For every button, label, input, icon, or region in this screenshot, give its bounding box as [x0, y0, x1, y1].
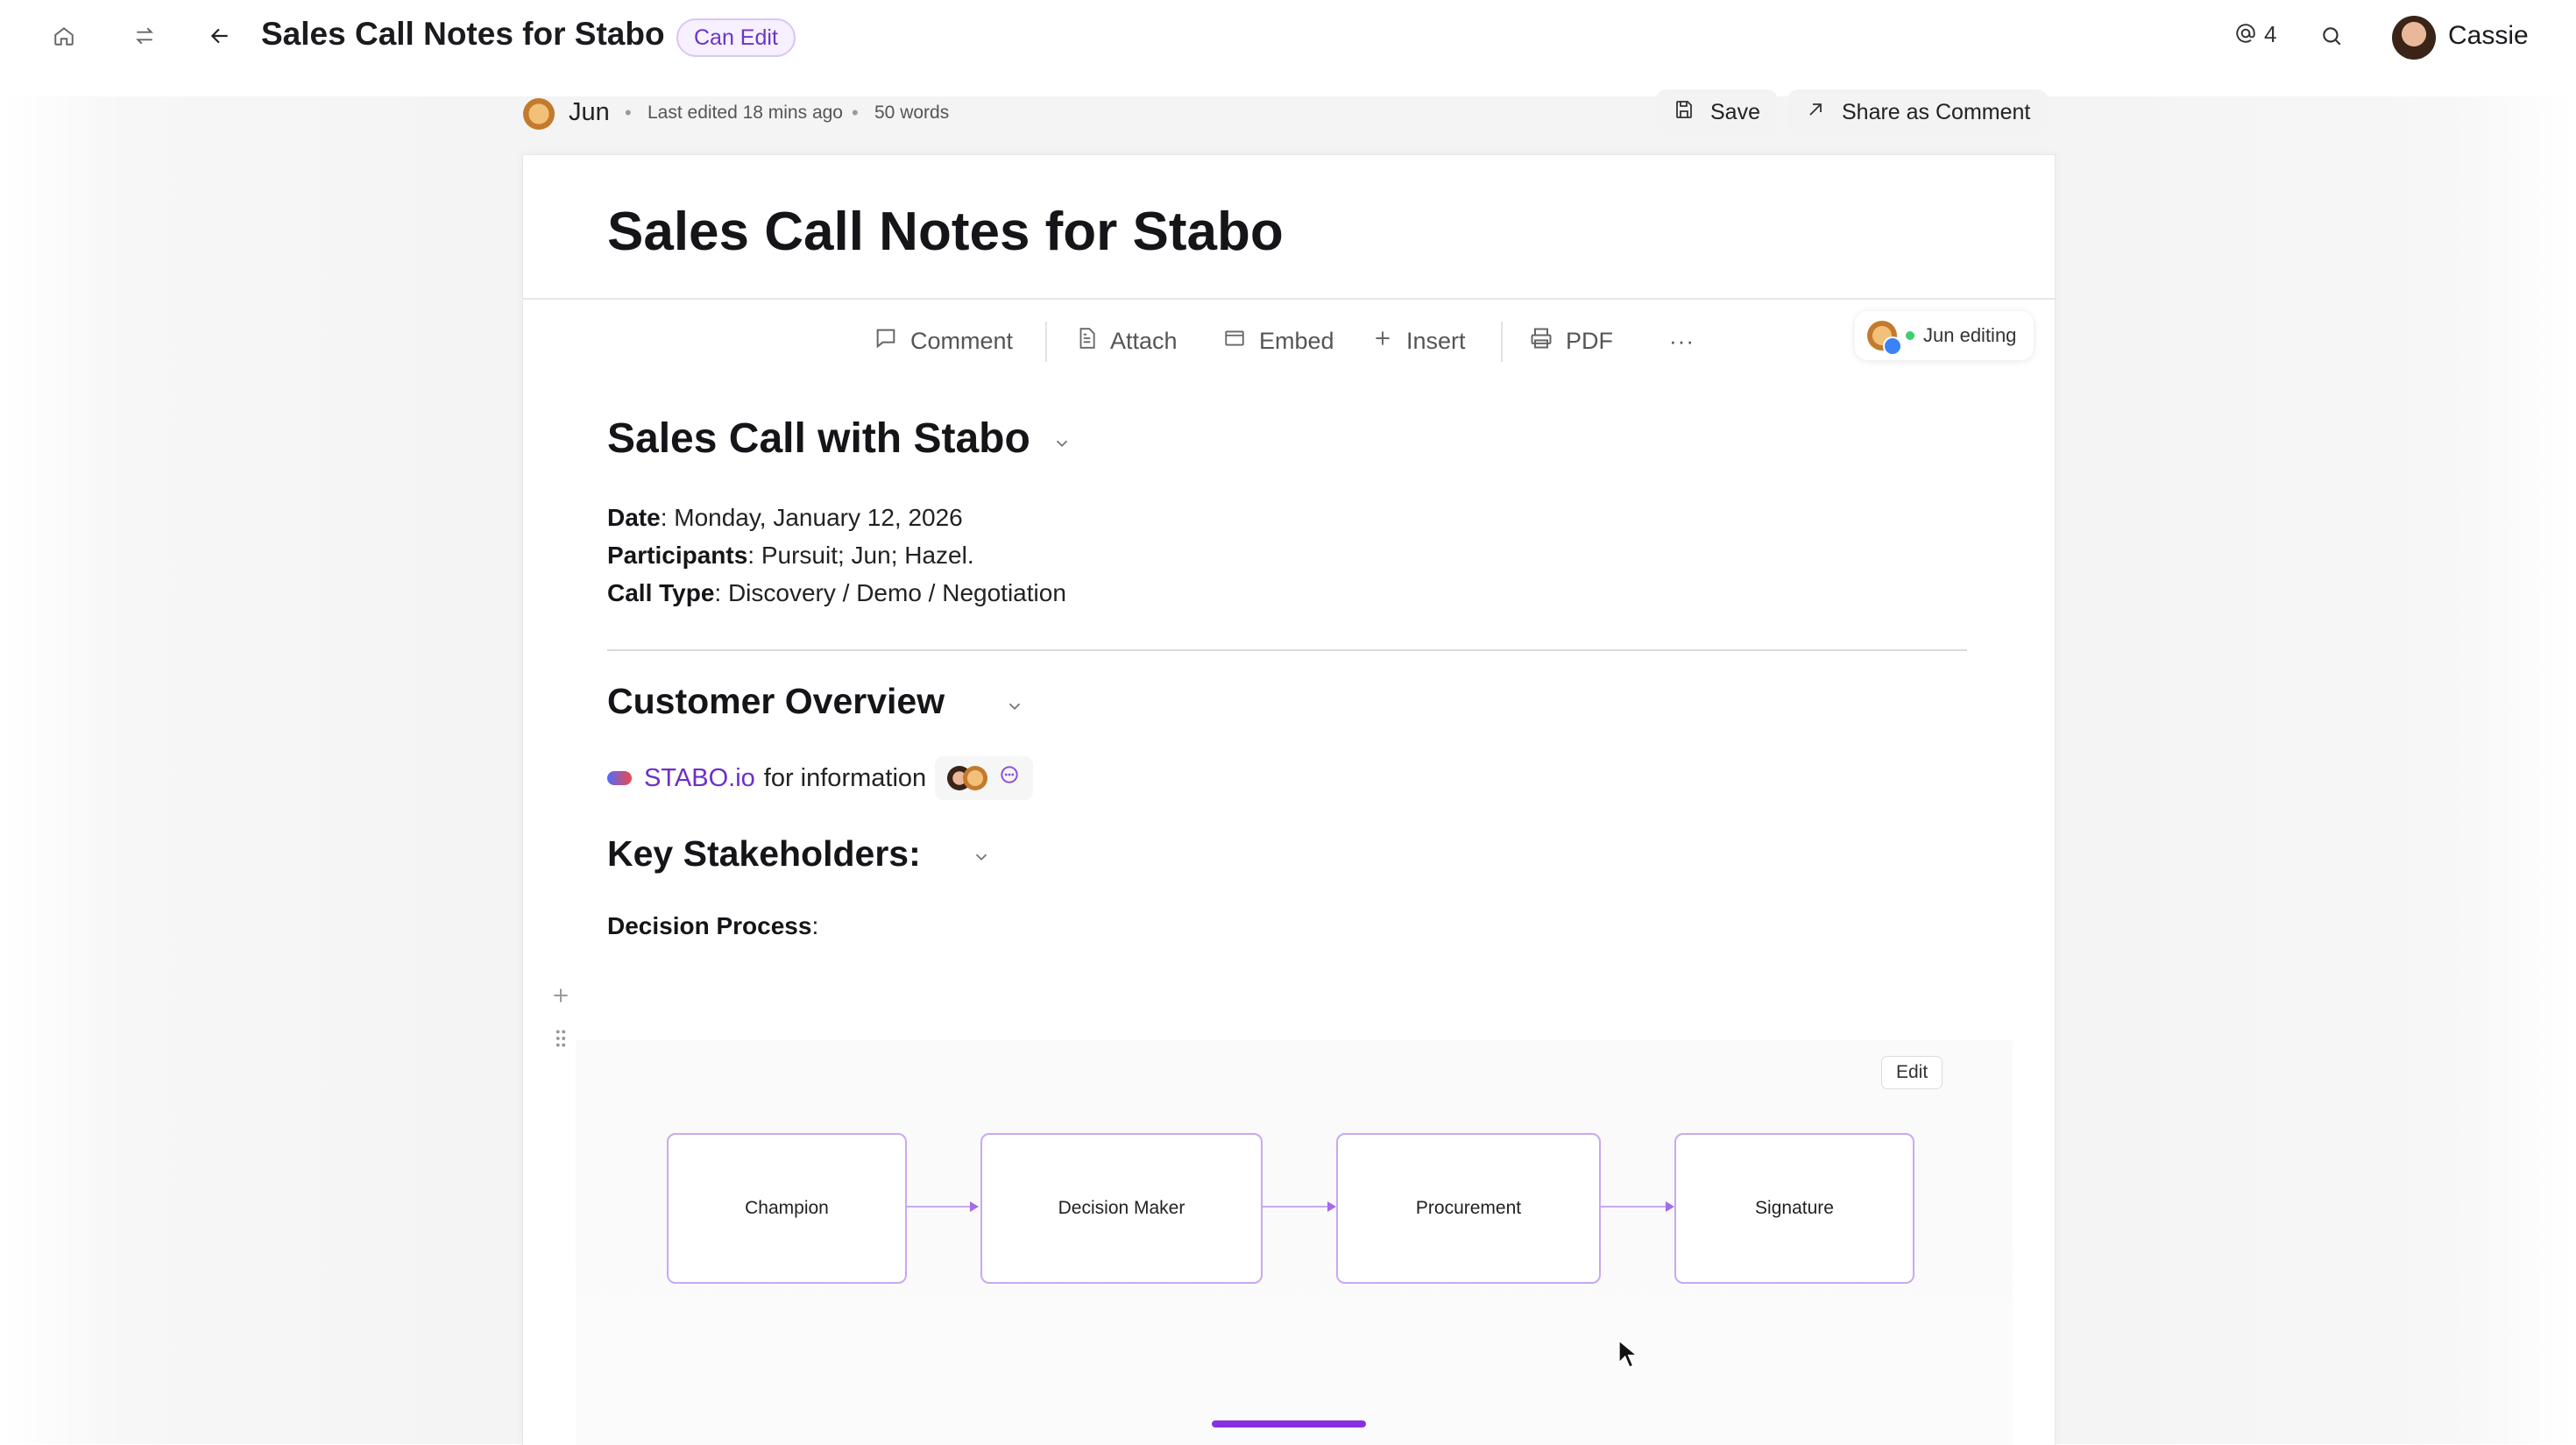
- online-status-dot: [1906, 331, 1914, 340]
- editing-label: Jun editing: [1923, 324, 2017, 346]
- document-title[interactable]: Sales Call Notes for Stabo: [607, 201, 1284, 263]
- diagram-node-procurement[interactable]: Procurement: [1336, 1133, 1601, 1284]
- insert-button[interactable]: Insert: [1371, 322, 1466, 360]
- user-avatar[interactable]: [2392, 16, 2436, 60]
- toolbar-divider: [1045, 322, 1047, 362]
- comment-button[interactable]: Comment: [874, 322, 1013, 360]
- permission-badge[interactable]: Can Edit: [676, 18, 796, 57]
- home-icon[interactable]: [51, 23, 77, 49]
- date-value: : Monday, January 12, 2026: [660, 504, 963, 531]
- top-bar: Sales Call Notes for Stabo Can Edit 4 Ca…: [0, 0, 2576, 75]
- participants-line: Participants: Pursuit; Jun; Hazel.: [607, 542, 974, 570]
- stabo-logo-icon: [607, 771, 632, 785]
- comment-bubble-icon: [998, 763, 1021, 793]
- search-icon[interactable]: [2318, 23, 2345, 49]
- diagram-edge: [1599, 1201, 1674, 1212]
- editing-indicator[interactable]: Jun editing: [1855, 311, 2035, 360]
- diagram-edge: [1261, 1201, 1336, 1212]
- call-type-value: : Discovery / Demo / Negotiation: [714, 579, 1066, 606]
- switch-icon[interactable]: [131, 23, 158, 49]
- stabo-link[interactable]: STABO.io: [644, 764, 755, 793]
- comment-label: Comment: [910, 327, 1014, 354]
- insert-label: Insert: [1406, 327, 1466, 354]
- at-icon: [2234, 22, 2257, 51]
- word-count: 50 words: [874, 103, 950, 123]
- author-name[interactable]: Jun: [569, 98, 610, 127]
- meta-separator: •: [852, 102, 859, 124]
- check-badge-icon: [1883, 336, 1902, 356]
- chevron-down-icon[interactable]: [1052, 434, 1072, 457]
- decision-process-label: Decision Process: [607, 912, 812, 939]
- pdf-label: PDF: [1566, 327, 1613, 354]
- attach-button[interactable]: Attach: [1075, 322, 1178, 360]
- link-suffix: for information: [763, 763, 927, 792]
- save-button[interactable]: Save: [1656, 89, 1778, 135]
- toolbar-divider: [1501, 322, 1503, 362]
- participants-value: : Pursuit; Jun; Hazel.: [747, 542, 974, 569]
- embed-icon: [1222, 327, 1247, 356]
- customer-info-row: STABO.io for information: [607, 756, 1034, 800]
- printer-icon: [1529, 326, 1553, 357]
- diagram-node-signature[interactable]: Signature: [1674, 1133, 1914, 1284]
- mouse-cursor-icon: [1617, 1338, 1639, 1373]
- back-arrow-icon[interactable]: [207, 23, 233, 49]
- diagram-node-decision-maker[interactable]: Decision Maker: [980, 1133, 1263, 1284]
- share-as-comment-button[interactable]: Share as Comment: [1787, 89, 2049, 135]
- mentions-count: 4: [2264, 21, 2277, 47]
- call-type-label: Call Type: [607, 579, 715, 606]
- plus-icon: [1371, 327, 1394, 356]
- user-name[interactable]: Cassie: [2448, 21, 2529, 51]
- save-label: Save: [1710, 99, 1760, 124]
- participants-label: Participants: [607, 542, 748, 569]
- diagram-edge: [905, 1201, 979, 1212]
- attach-label: Attach: [1110, 327, 1178, 354]
- call-type-line: Call Type: Discovery / Demo / Negotiatio…: [607, 579, 1066, 607]
- pdf-button[interactable]: PDF: [1529, 322, 1613, 360]
- embed-button[interactable]: Embed: [1222, 322, 1334, 360]
- save-icon: [1674, 99, 1695, 126]
- diagram-scroll-handle[interactable]: [1212, 1420, 1366, 1427]
- chevron-down-icon[interactable]: [972, 847, 991, 871]
- embed-label: Embed: [1259, 327, 1334, 354]
- mentions-button[interactable]: 4: [2234, 21, 2276, 51]
- comment-icon: [874, 326, 898, 357]
- date-line: Date: Monday, January 12, 2026: [607, 504, 963, 532]
- diagram-node-champion[interactable]: Champion: [667, 1133, 907, 1284]
- decision-process-line: Decision Process:: [607, 912, 818, 940]
- heading-customer-overview[interactable]: Customer Overview: [607, 681, 945, 722]
- top-doc-title: Sales Call Notes for Stabo: [261, 16, 665, 52]
- heading-sales-call[interactable]: Sales Call with Stabo: [607, 414, 1030, 463]
- share-arrow-icon: [1805, 99, 1826, 126]
- more-options-button[interactable]: ···: [1669, 322, 1695, 360]
- collaborators-chip[interactable]: [935, 756, 1034, 800]
- diagram-edit-button[interactable]: Edit: [1881, 1056, 1943, 1089]
- avatar: [963, 766, 988, 790]
- author-avatar: [523, 98, 555, 130]
- last-edited: Last edited 18 mins ago: [648, 103, 843, 123]
- chevron-down-icon[interactable]: [1005, 697, 1024, 720]
- meta-separator: •: [625, 102, 632, 124]
- date-label: Date: [607, 504, 661, 531]
- section-divider: [607, 649, 1967, 651]
- drag-handle-icon[interactable]: [549, 1026, 572, 1055]
- editor-avatar: [1867, 321, 1902, 356]
- share-label: Share as Comment: [1842, 99, 2031, 124]
- attach-file-icon: [1075, 326, 1098, 357]
- heading-key-stakeholders[interactable]: Key Stakeholders:: [607, 833, 921, 875]
- collaborator-avatars: [947, 766, 988, 790]
- add-block-icon[interactable]: [549, 984, 572, 1011]
- document-card: Sales Call Notes for Stabo Comment Attac…: [522, 154, 2056, 1445]
- decision-process-suffix: :: [811, 912, 819, 939]
- title-divider: [523, 298, 2055, 300]
